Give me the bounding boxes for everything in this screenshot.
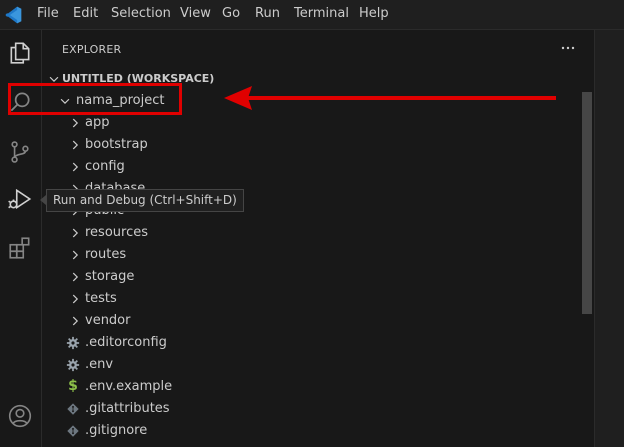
tree-folder-routes[interactable]: routes [42, 244, 578, 266]
annotation-arrow [224, 86, 556, 110]
tree-item-label: .env.example [85, 379, 173, 394]
menu-view[interactable]: View [180, 6, 211, 21]
tree-item-label: bootstrap [85, 137, 148, 152]
tree-folder-vendor[interactable]: vendor [42, 310, 578, 332]
tree-file-env[interactable]: .env [42, 354, 578, 376]
tooltip: Run and Debug (Ctrl+Shift+D) [46, 189, 244, 212]
chevron-right-icon [72, 162, 79, 172]
tree-folder-tests[interactable]: tests [42, 288, 578, 310]
tree-folder-bootstrap[interactable]: bootstrap [42, 134, 578, 156]
account-icon[interactable] [7, 403, 33, 429]
tree-item-label: .editorconfig [85, 335, 167, 350]
menu-selection[interactable]: Selection [111, 6, 171, 21]
tree-item-label: .env [85, 357, 114, 372]
chevron-right-icon [72, 140, 79, 150]
tree-item-label: routes [85, 247, 127, 262]
vscode-logo-icon [5, 6, 22, 24]
gear-icon [66, 336, 80, 350]
tree-item-label: tests [85, 291, 117, 306]
chevron-right-icon [72, 294, 79, 304]
tree-file-gitignore[interactable]: .gitignore [42, 420, 578, 442]
menu-edit[interactable]: Edit [73, 6, 98, 21]
chevron-right-icon [72, 228, 79, 238]
tree-item-label: .gitattributes [85, 401, 170, 416]
annotation-highlight-box [8, 83, 182, 115]
tree-file-env-example[interactable]: $ .env.example [42, 376, 578, 398]
tree-folder-storage[interactable]: storage [42, 266, 578, 288]
menu-terminal[interactable]: Terminal [294, 6, 349, 21]
tree-item-label: vendor [85, 313, 131, 328]
chevron-right-icon [72, 272, 79, 282]
git-icon [67, 403, 79, 415]
source-control-icon[interactable] [7, 139, 33, 165]
menu-help[interactable]: Help [359, 6, 389, 21]
git-icon [67, 425, 79, 437]
tree-file-editorconfig[interactable]: .editorconfig [42, 332, 578, 354]
menu-run[interactable]: Run [255, 6, 280, 21]
chevron-right-icon [72, 118, 79, 128]
tree-item-label: app [85, 115, 110, 130]
gear-icon [66, 358, 80, 372]
title-bar: File Edit Selection View Go Run Terminal… [0, 0, 624, 30]
tree-item-label: config [85, 159, 125, 174]
explorer-icon[interactable] [7, 40, 33, 66]
scrollbar-thumb[interactable] [582, 92, 592, 314]
extensions-icon[interactable] [7, 235, 33, 261]
run-debug-icon[interactable] [7, 186, 33, 212]
tree-folder-resources[interactable]: resources [42, 222, 578, 244]
explorer-title: EXPLORER [62, 43, 122, 56]
menu-file[interactable]: File [37, 6, 59, 21]
menu-go[interactable]: Go [222, 6, 240, 21]
tree-item-label: .gitignore [85, 423, 148, 438]
tree-folder-config[interactable]: config [42, 156, 578, 178]
tree-file-gitattributes[interactable]: .gitattributes [42, 398, 578, 420]
tree-item-label: resources [85, 225, 149, 240]
dollar-icon: $ [68, 378, 78, 394]
editor-area [594, 30, 624, 447]
chevron-right-icon [72, 316, 79, 326]
more-actions-icon[interactable] [560, 40, 576, 56]
tree-item-label: storage [85, 269, 135, 284]
tree-folder-app[interactable]: app [42, 112, 578, 134]
chevron-right-icon [72, 250, 79, 260]
